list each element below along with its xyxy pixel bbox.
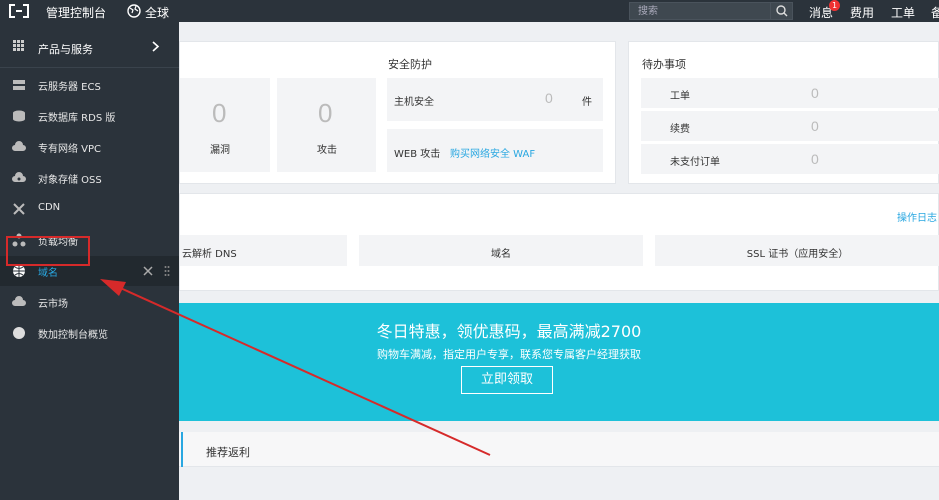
cloud-storage-icon (12, 172, 26, 182)
todo-row-unpaid[interactable]: 未支付订单 0 (641, 144, 939, 174)
todo-label: 工单 (670, 91, 690, 102)
attack-count: 0 (318, 98, 333, 128)
banner-headline: 冬日特惠，领优惠码，最高满减2700 (376, 322, 642, 341)
todo-card: 待办事项 工单 0 续费 0 未支付订单 0 (628, 41, 939, 184)
todo-row-renew[interactable]: 续费 0 (641, 111, 939, 141)
sidebar-item-ecs[interactable]: 云服务器 ECS (0, 70, 179, 100)
vuln-panel[interactable]: 0 漏洞 (180, 78, 270, 172)
vuln-label: 漏洞 (210, 145, 230, 156)
banner-subtitle: 购物车满减，指定用户专享，联系您专属客户经理获取 (377, 348, 641, 361)
claim-now-button[interactable]: 立即领取 (461, 366, 553, 394)
ssl-label: SSL 证书（应用安全） (746, 249, 849, 260)
globe-icon (127, 4, 141, 18)
host-security-label: 主机安全 (394, 97, 434, 108)
security-card: 0 漏洞 0 攻击 安全防护 主机安全 0 件 WEB 攻击 购买网络安全 WA… (179, 41, 616, 184)
tab-active-indicator (179, 432, 183, 467)
quick-access-card: 操作日志 云解析 DNS 域名 SSL 证书（应用安全） (179, 193, 939, 291)
operation-log-link[interactable]: 操作日志 (897, 209, 937, 224)
search-input[interactable] (630, 3, 770, 19)
sidebar-item-vpc[interactable]: 专有网络 VPC (0, 132, 179, 162)
sidebar-item-label: 专有网络 VPC (38, 144, 102, 155)
tab-recommend-rebate[interactable]: 推荐返利 (206, 444, 250, 460)
sidebar-item-cdn[interactable]: CDN (0, 194, 179, 224)
sidebar-item-label: 云服务器 ECS (38, 82, 101, 93)
circle-icon (13, 327, 25, 339)
todo-title: 待办事项 (642, 58, 686, 71)
products-services-menu[interactable]: 产品与服务 (0, 22, 179, 68)
todo-label: 续费 (670, 124, 690, 135)
sidebar-item-dataplus[interactable]: 数加控制台概览 (0, 318, 179, 348)
todo-label: 未支付订单 (670, 157, 720, 168)
todo-value: 0 (811, 151, 819, 167)
globe-icon (13, 265, 25, 277)
close-icon[interactable] (143, 266, 153, 276)
chevron-right-icon (152, 41, 160, 52)
ssl-shortcut[interactable]: SSL 证书（应用安全） (655, 235, 939, 266)
dns-shortcut[interactable]: 云解析 DNS (180, 235, 347, 266)
backup-link[interactable]: 备 (931, 4, 939, 21)
message-count-badge: 1 (829, 0, 840, 11)
database-icon (13, 110, 25, 122)
region-selector[interactable]: 全球 (145, 4, 169, 21)
sidebar-item-label: 对象存储 OSS (38, 175, 102, 186)
sidebar-item-label: 域名 (38, 268, 58, 279)
search-button[interactable] (770, 3, 792, 19)
sidebar-item-market[interactable]: 云市场 (0, 287, 179, 317)
attack-label: 攻击 (317, 145, 337, 156)
ticket-link[interactable]: 工单 (891, 4, 915, 21)
todo-value: 0 (811, 118, 819, 134)
grid-icon (13, 40, 24, 51)
aliyun-logo-icon[interactable] (8, 4, 30, 18)
web-attack-label: WEB 攻击 (394, 149, 441, 160)
domain-highlight-box (6, 236, 90, 266)
domain-shortcut[interactable]: 域名 (359, 235, 643, 266)
host-security-unit: 件 (582, 97, 592, 108)
search-icon (776, 5, 788, 17)
todo-value: 0 (811, 85, 819, 101)
top-bar: 管理控制台 全球 消息 1 费用 工单 备 (0, 0, 939, 22)
domain-label: 域名 (491, 249, 511, 260)
web-attack-row: WEB 攻击 购买网络安全 WAF (387, 129, 603, 172)
vuln-count: 0 (212, 98, 227, 128)
cloud-network-icon (12, 141, 26, 151)
sidebar-item-label: 数加控制台概览 (38, 330, 108, 341)
host-security-row[interactable]: 主机安全 0 件 (387, 78, 603, 121)
sidebar-item-oss[interactable]: 对象存储 OSS (0, 163, 179, 193)
attack-panel[interactable]: 0 攻击 (277, 78, 376, 172)
market-icon (12, 296, 26, 306)
sidebar-item-label: 云市场 (38, 299, 68, 310)
fee-link[interactable]: 费用 (850, 4, 874, 21)
search-box (629, 2, 793, 20)
bottom-tabs: 推荐返利 (179, 432, 939, 467)
dns-label: 云解析 DNS (182, 249, 237, 260)
products-services-label: 产品与服务 (38, 43, 93, 56)
sidebar-item-label: 云数据库 RDS 版 (38, 113, 116, 124)
buy-waf-link[interactable]: 购买网络安全 WAF (450, 145, 535, 160)
todo-row-ticket[interactable]: 工单 0 (641, 78, 939, 108)
sidebar-item-rds[interactable]: 云数据库 RDS 版 (0, 101, 179, 131)
security-title: 安全防护 (388, 58, 432, 71)
drag-handle-icon[interactable] (164, 265, 170, 277)
server-icon (13, 80, 25, 90)
cdn-icon (13, 203, 25, 215)
host-security-value: 0 (545, 90, 553, 106)
console-title[interactable]: 管理控制台 (46, 4, 106, 21)
promo-banner: 冬日特惠，领优惠码，最高满减2700 购物车满减，指定用户专享，联系您专属客户经… (179, 303, 939, 421)
sidebar-item-label: CDN (38, 202, 61, 213)
